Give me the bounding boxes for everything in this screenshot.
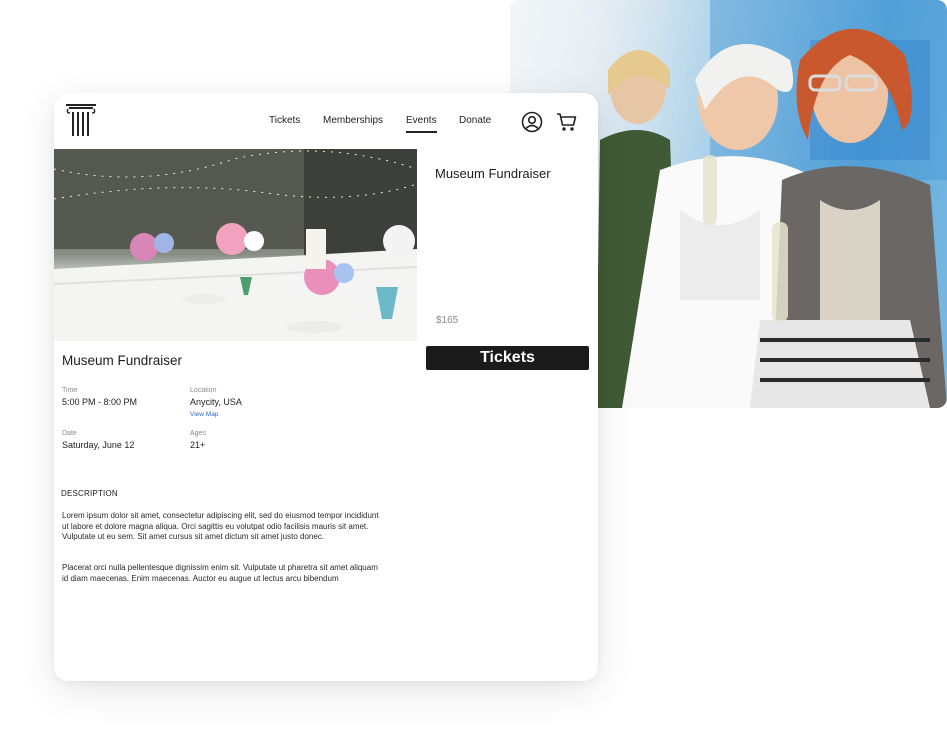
- date-label: Date: [62, 430, 77, 437]
- time-value: 5:00 PM - 8:00 PM: [62, 397, 138, 407]
- tickets-button[interactable]: Tickets: [426, 346, 589, 370]
- description-heading: DESCRIPTION: [61, 489, 118, 498]
- column-logo-icon[interactable]: [66, 103, 96, 139]
- nav-donate[interactable]: Donate: [459, 115, 491, 126]
- time-label: Time: [62, 387, 78, 394]
- shopping-cart-icon[interactable]: [556, 111, 578, 133]
- description-paragraph-2: Placerat orci nulla pellentesque digniss…: [62, 563, 378, 583]
- location-label: Location: [190, 387, 217, 394]
- ages-label: Ages: [190, 430, 206, 437]
- description-paragraph-1: Lorem ipsum dolor sit amet, consectetur …: [62, 511, 379, 541]
- user-circle-icon[interactable]: [521, 111, 543, 133]
- ticket-price: $165: [436, 315, 459, 326]
- nav-memberships[interactable]: Memberships: [323, 115, 383, 126]
- ages-value: 21+: [190, 440, 206, 450]
- date-value: Saturday, June 12: [62, 440, 135, 450]
- event-page-card: Tickets Memberships Events Donate Museum…: [54, 93, 598, 681]
- nav-tickets[interactable]: Tickets: [269, 115, 300, 126]
- side-event-title: Museum Fundraiser: [435, 166, 551, 181]
- event-title: Museum Fundraiser: [62, 353, 183, 368]
- view-map-link[interactable]: View Map: [190, 411, 218, 418]
- banquet-table-illustration: [54, 149, 417, 341]
- location-value: Anycity, USA: [190, 397, 242, 407]
- nav-events[interactable]: Events: [406, 115, 437, 133]
- event-photo: [54, 149, 417, 341]
